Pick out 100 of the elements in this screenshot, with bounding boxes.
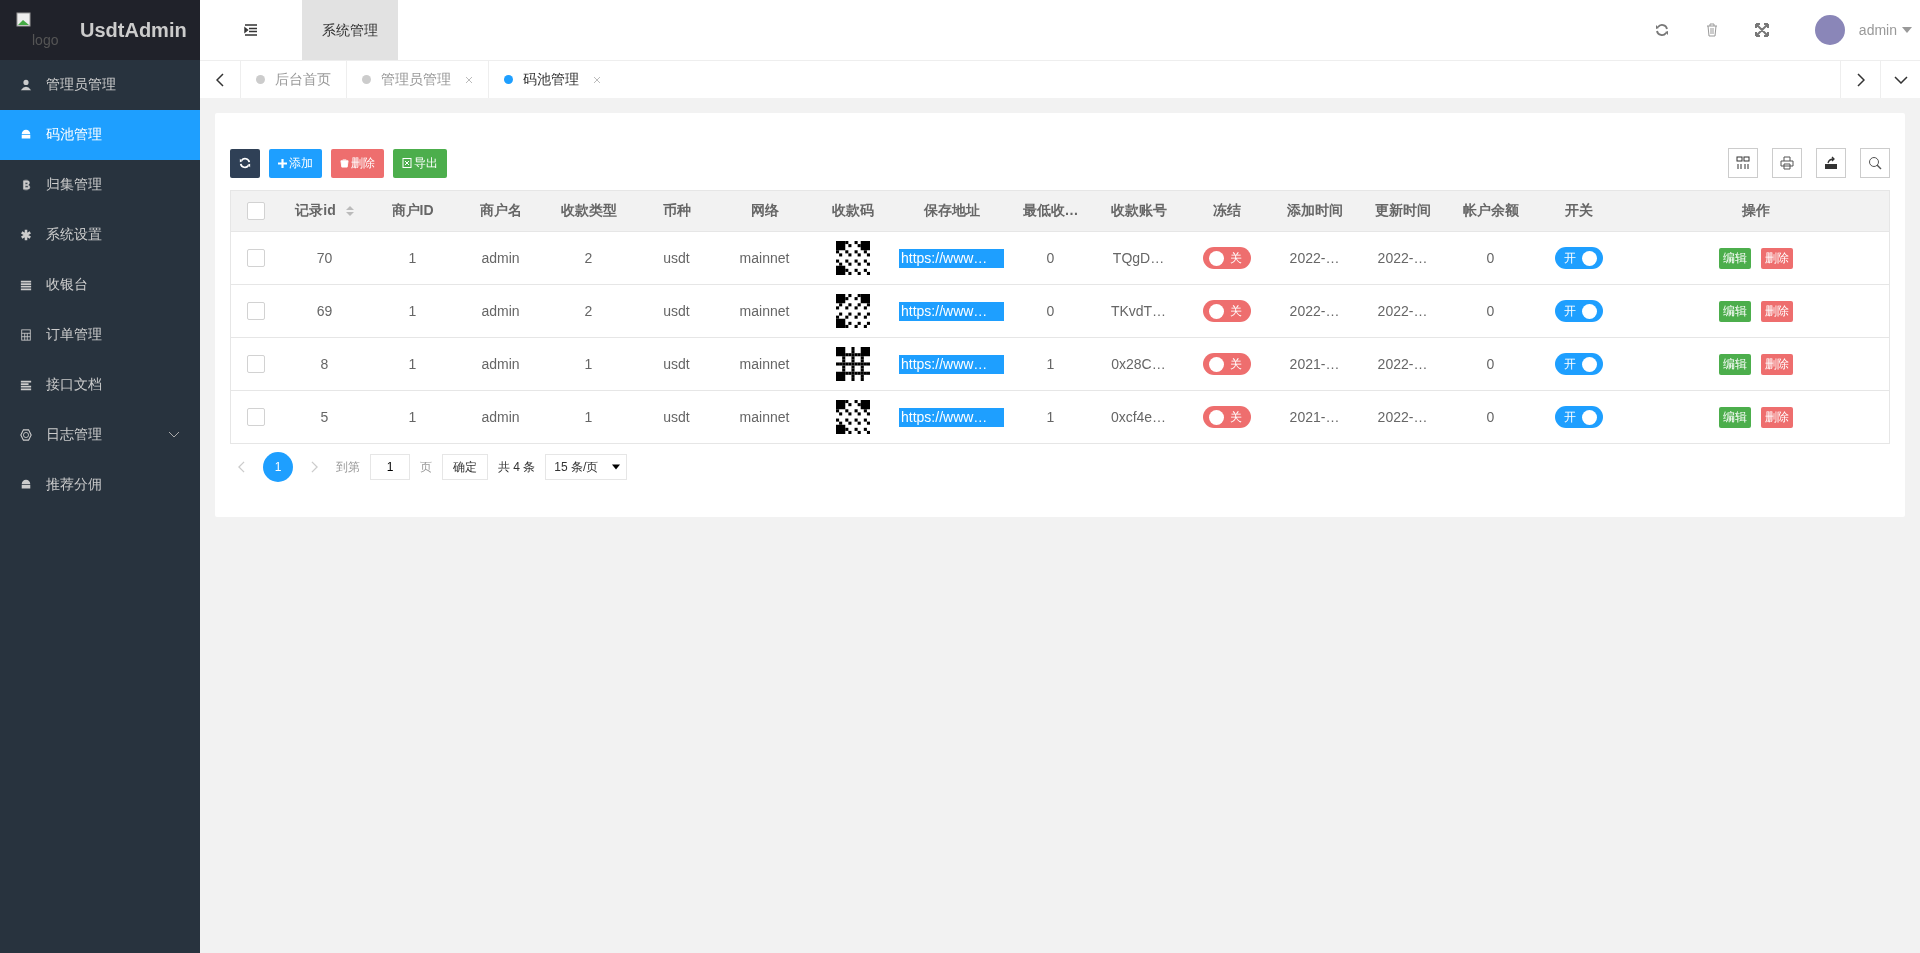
freeze-toggle[interactable]: 关 xyxy=(1202,353,1251,375)
goto-label: 到第 xyxy=(336,458,360,476)
close-icon[interactable] xyxy=(593,75,601,84)
table-cell: 1 xyxy=(408,356,417,372)
enable-toggle[interactable]: 开 xyxy=(1554,300,1603,322)
status-dot xyxy=(504,75,513,84)
trash-icon[interactable] xyxy=(1704,23,1719,37)
enable-toggle[interactable]: 开 xyxy=(1554,406,1603,428)
print-icon[interactable] xyxy=(1772,148,1802,178)
export-button[interactable]: 导出 xyxy=(393,148,447,178)
asterisk-icon xyxy=(20,229,32,241)
sidebar-item[interactable]: 系统设置 xyxy=(0,210,200,260)
enable-toggle[interactable]: 开 xyxy=(1554,353,1603,375)
delete-button[interactable]: 删除 xyxy=(1760,353,1793,375)
column-header: 更新时间 xyxy=(1374,202,1431,218)
page-tab[interactable]: 管理员管理 xyxy=(346,61,488,98)
add-button[interactable]: 添加 xyxy=(269,148,322,178)
row-checkbox[interactable] xyxy=(246,249,265,268)
table-cell: 2 xyxy=(584,250,593,266)
chevron-right-icon[interactable] xyxy=(311,461,318,473)
table-cell: 1 xyxy=(584,409,593,425)
table-cell: 0x28C… xyxy=(1111,356,1166,372)
address-link[interactable]: https://www… xyxy=(899,301,1004,321)
user-icon xyxy=(20,79,32,91)
page-tab[interactable]: 码池管理 xyxy=(488,61,616,98)
sort-icon[interactable] xyxy=(345,205,354,218)
fullscreen-icon[interactable] xyxy=(1754,23,1769,37)
edit-button[interactable]: 编辑 xyxy=(1718,353,1751,375)
sidebar-item[interactable]: 订单管理 xyxy=(0,310,200,360)
table-cell: mainnet xyxy=(739,409,790,425)
qr-code-icon xyxy=(835,347,870,381)
delete-button[interactable]: 删除 xyxy=(1760,247,1793,269)
confirm-button[interactable]: 确定 xyxy=(442,454,488,480)
enable-toggle[interactable]: 开 xyxy=(1554,247,1603,269)
column-header: 开关 xyxy=(1564,202,1593,218)
page-size-select[interactable]: 15 条/页 xyxy=(545,454,628,480)
delete-button[interactable]: 删除 xyxy=(1760,406,1793,428)
refresh-icon[interactable] xyxy=(1654,23,1669,37)
top-nav-tab[interactable]: 系统管理 xyxy=(302,0,398,60)
row-checkbox[interactable] xyxy=(246,355,265,374)
sidebar-item[interactable]: 推荐分佣 xyxy=(0,460,200,510)
table-cell: admin xyxy=(481,356,520,372)
delete-button[interactable]: 删除 xyxy=(1760,300,1793,322)
edit-button[interactable]: 编辑 xyxy=(1718,406,1751,428)
select-all-checkbox[interactable] xyxy=(246,202,265,221)
tab-label: 管理员管理 xyxy=(381,70,451,89)
export-tray-icon[interactable] xyxy=(1816,148,1846,178)
menu-icon[interactable] xyxy=(244,24,258,36)
table-cell: 0 xyxy=(1046,250,1055,266)
row-checkbox[interactable] xyxy=(246,302,265,321)
refresh-button[interactable] xyxy=(230,148,260,178)
bitcoin-icon xyxy=(20,179,32,191)
user-menu[interactable]: admin xyxy=(1858,22,1912,38)
chevron-left-icon[interactable] xyxy=(238,461,245,473)
page-tab[interactable]: 后台首页 xyxy=(240,61,346,98)
column-header: 操作 xyxy=(1741,202,1770,218)
sidebar-item[interactable]: 收银台 xyxy=(0,260,200,310)
edit-button[interactable]: 编辑 xyxy=(1718,300,1751,322)
page-number[interactable]: 1 xyxy=(263,452,293,482)
table-cell: 1 xyxy=(408,250,417,266)
freeze-toggle[interactable]: 关 xyxy=(1202,300,1251,322)
column-header: 帐户余额 xyxy=(1462,202,1519,218)
table-cell: 2 xyxy=(584,303,593,319)
robot-icon xyxy=(20,129,32,141)
close-icon[interactable] xyxy=(465,75,473,84)
sidebar-item[interactable]: 码池管理 xyxy=(0,110,200,160)
sidebar-item[interactable]: 归集管理 xyxy=(0,160,200,210)
total-count: 共 4 条 xyxy=(498,458,536,476)
table-cell: 2021-… xyxy=(1289,356,1340,372)
table-cell: 0 xyxy=(1486,409,1495,425)
table-cell: mainnet xyxy=(739,356,790,372)
table-cell: 2021-… xyxy=(1289,409,1340,425)
freeze-toggle[interactable]: 关 xyxy=(1202,406,1251,428)
qr-code-icon xyxy=(835,241,870,275)
columns-icon[interactable] xyxy=(1728,148,1758,178)
spreadsheet-icon xyxy=(402,158,412,168)
address-link[interactable]: https://www… xyxy=(899,248,1004,268)
status-dot xyxy=(362,75,371,84)
table-cell: 0 xyxy=(1486,250,1495,266)
table-cell: admin xyxy=(481,409,520,425)
sidebar-item[interactable]: 管理员管理 xyxy=(0,60,200,110)
sidebar-item[interactable]: 日志管理 xyxy=(0,410,200,460)
app-title: UsdtAdmin xyxy=(80,18,187,42)
broken-image-icon xyxy=(16,12,32,28)
freeze-toggle[interactable]: 关 xyxy=(1202,247,1251,269)
column-header: 记录id xyxy=(295,202,336,218)
edit-button[interactable]: 编辑 xyxy=(1718,247,1751,269)
row-checkbox[interactable] xyxy=(246,408,265,427)
refresh-icon xyxy=(239,157,251,169)
table-cell: mainnet xyxy=(739,303,790,319)
table-cell: admin xyxy=(481,303,520,319)
address-link[interactable]: https://www… xyxy=(899,407,1004,427)
page-input[interactable]: 1 xyxy=(370,454,410,480)
page-unit: 页 xyxy=(420,458,432,476)
delete-button[interactable]: 删除 xyxy=(331,148,384,178)
search-icon[interactable] xyxy=(1860,148,1890,178)
sidebar-item[interactable]: 接口文档 xyxy=(0,360,200,410)
user-avatar[interactable] xyxy=(1814,15,1845,45)
table-cell: usdt xyxy=(663,250,690,266)
address-link[interactable]: https://www… xyxy=(899,354,1004,374)
